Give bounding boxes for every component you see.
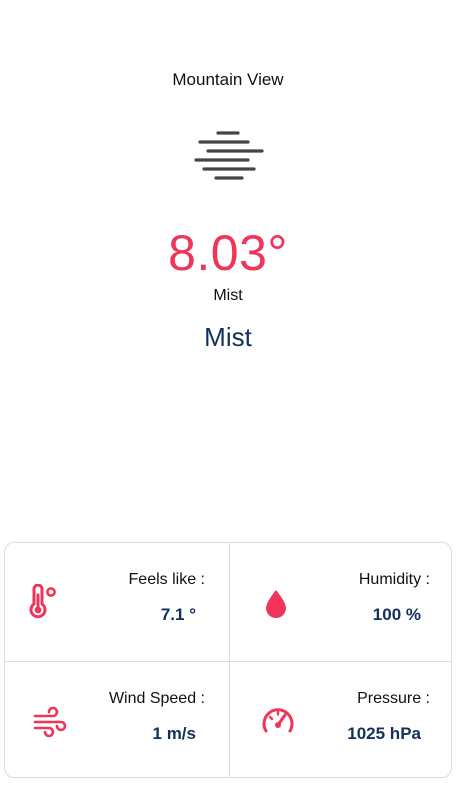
condition-main: Mist — [213, 287, 243, 304]
temperature-value: 8.03° — [168, 225, 288, 281]
feels-like-tile: Feels like : 7.1 ° — [5, 543, 229, 661]
wind-icon — [33, 706, 67, 738]
city-name: Mountain View — [172, 70, 284, 89]
wind-speed-label: Wind Speed : — [108, 690, 205, 707]
weather-details-card: Feels like : 7.1 ° Humidity : 100 % Wind… — [4, 542, 452, 778]
weather-screen: Mountain View 8.03° Mist Mist Feels like… — [0, 0, 456, 799]
water-drop-icon — [266, 590, 286, 618]
gauge-icon — [262, 708, 294, 733]
humidity-value: 100 % — [372, 605, 421, 624]
pressure-label: Pressure : — [357, 690, 430, 707]
feels-like-label: Feels like : — [128, 571, 205, 588]
wind-speed-tile: Wind Speed : 1 m/s — [5, 662, 229, 777]
thermometer-icon — [29, 584, 56, 619]
mist-icon — [194, 131, 264, 180]
humidity-tile: Humidity : 100 % — [230, 543, 451, 661]
humidity-label: Humidity : — [358, 571, 430, 588]
pressure-value: 1025 hPa — [347, 724, 421, 743]
condition-description: Mist — [204, 322, 252, 352]
feels-like-value: 7.1 ° — [160, 605, 196, 624]
pressure-tile: Pressure : 1025 hPa — [230, 662, 451, 777]
wind-speed-value: 1 m/s — [152, 724, 196, 743]
